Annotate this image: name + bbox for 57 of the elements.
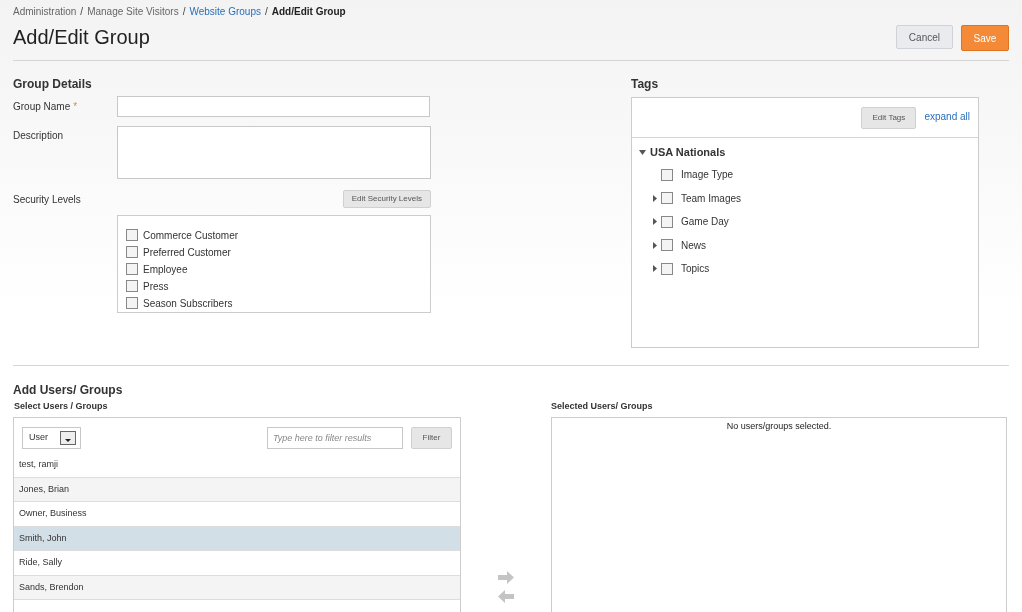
checkbox[interactable] xyxy=(126,280,138,292)
checkbox-label: Press xyxy=(143,281,169,292)
breadcrumb-current: Add/Edit Group xyxy=(271,4,346,19)
filter-button[interactable]: Filter xyxy=(411,426,452,449)
group-name-field[interactable] xyxy=(117,96,430,117)
tree-node-label: USA Nationals xyxy=(650,144,726,160)
tree-node-label: Team Images xyxy=(681,191,742,206)
tree-node-label: News xyxy=(681,238,706,253)
description-label: Description xyxy=(13,129,65,143)
breadcrumb-separator: / xyxy=(80,4,84,19)
checkbox[interactable] xyxy=(661,239,673,252)
checkbox[interactable] xyxy=(126,246,138,258)
page-title: Add/Edit Group xyxy=(13,25,150,50)
edit-tags-button[interactable]: Edit Tags xyxy=(861,106,917,129)
section-heading: Group Details xyxy=(13,76,93,91)
user-list-item[interactable]: Sands, Brendon xyxy=(14,575,460,600)
checkbox[interactable] xyxy=(661,168,673,181)
user-type-dropdown[interactable]: User xyxy=(22,426,81,449)
edit-security-levels-button[interactable]: Edit Security Levels xyxy=(342,190,431,208)
breadcrumb-separator: / xyxy=(264,4,268,19)
breadcrumb-separator: / xyxy=(182,4,186,19)
column-heading: Select Users / Groups xyxy=(13,400,109,412)
dropdown-caret-icon xyxy=(60,430,76,445)
checkbox[interactable] xyxy=(126,263,138,275)
empty-message: No users/groups selected. xyxy=(726,420,832,432)
checkbox[interactable] xyxy=(661,192,673,205)
tree-node-label: Topics xyxy=(681,262,710,277)
expand-caret-icon[interactable] xyxy=(653,218,657,226)
required-mark: * xyxy=(73,101,78,112)
security-levels-label: Security Levels xyxy=(13,193,81,207)
breadcrumb-link[interactable]: Website Groups xyxy=(189,3,261,19)
filter-field[interactable]: Type here to filter results xyxy=(267,426,403,449)
breadcrumb-link[interactable]: Administration xyxy=(13,3,77,19)
column-heading: Selected Users/ Groups xyxy=(551,400,654,412)
checkbox[interactable] xyxy=(661,262,673,275)
expand-caret-icon[interactable] xyxy=(653,241,657,249)
collapse-caret-icon[interactable] xyxy=(638,149,646,155)
checkbox[interactable] xyxy=(126,297,138,309)
cancel-button[interactable]: Cancel xyxy=(895,25,953,49)
expand-caret-icon[interactable] xyxy=(653,265,657,273)
description-field[interactable] xyxy=(117,126,431,179)
expand-caret-icon[interactable] xyxy=(653,194,657,202)
section-heading: Add Users/ Groups xyxy=(13,382,124,396)
expand-all-link[interactable]: expand all xyxy=(924,108,970,124)
tree-node-label: Image Type xyxy=(681,168,734,183)
checkbox[interactable] xyxy=(661,215,673,228)
checkbox[interactable] xyxy=(126,229,138,241)
user-list-item[interactable]: Jones, Brian xyxy=(14,477,460,502)
breadcrumb-link[interactable]: Manage Site Visitors xyxy=(87,3,179,19)
field-label: Group Name xyxy=(13,101,71,112)
checkbox-label: Commerce Customer xyxy=(143,230,239,241)
checkbox-label: Season Subscribers xyxy=(143,298,233,309)
tree-node-label: Game Day xyxy=(681,215,729,230)
checkbox-label: Preferred Customer xyxy=(143,247,231,258)
section-heading: Tags xyxy=(631,76,660,91)
checkbox-label: Employee xyxy=(143,264,188,275)
user-list-item[interactable]: Smith, John xyxy=(14,526,460,551)
